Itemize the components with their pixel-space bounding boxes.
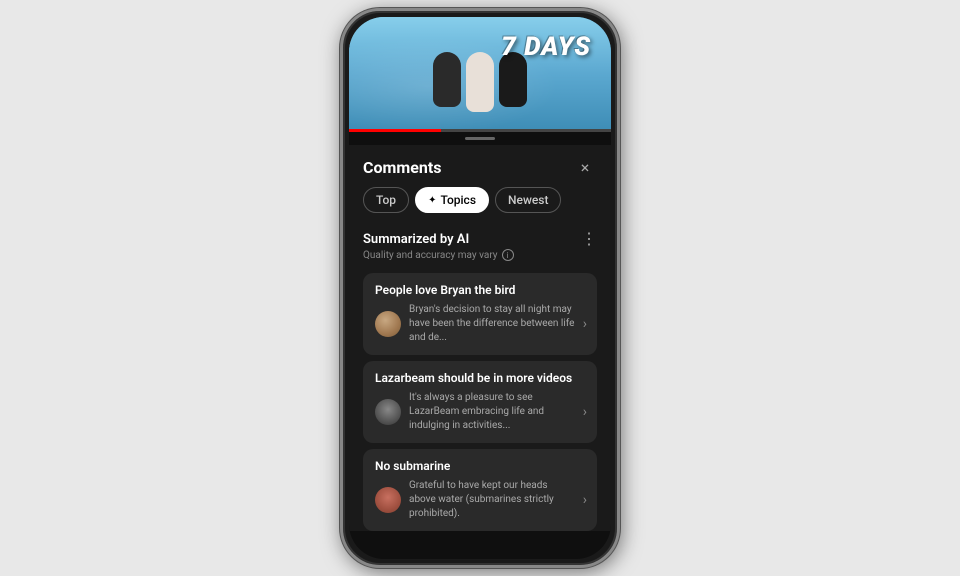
- chevron-icon-3: ›: [583, 492, 587, 508]
- ai-subtitle: Quality and accuracy may vary i: [363, 249, 597, 261]
- tab-bar: Top ✦ Topics Newest: [349, 187, 611, 223]
- progress-bar: [349, 129, 611, 132]
- tab-topics-label: Topics: [440, 193, 476, 207]
- comments-panel: Comments × Top ✦ Topics Newest Summarize…: [349, 145, 611, 531]
- more-options-button[interactable]: ⋮: [581, 231, 597, 247]
- ai-section: Summarized by AI ⋮ Quality and accuracy …: [349, 223, 611, 265]
- avatar-1: [375, 311, 401, 337]
- topics-star-icon: ✦: [428, 195, 436, 206]
- progress-fill: [349, 129, 441, 132]
- drag-handle[interactable]: [465, 137, 495, 140]
- topic-title-1: People love Bryan the bird: [375, 283, 587, 297]
- chevron-icon-2: ›: [583, 404, 587, 420]
- tab-topics[interactable]: ✦ Topics: [415, 187, 489, 213]
- topic-title-3: No submarine: [375, 459, 587, 473]
- topic-preview-2: It's always a pleasure to see LazarBeam …: [409, 391, 575, 433]
- avatar-2: [375, 399, 401, 425]
- chevron-icon-1: ›: [583, 316, 587, 332]
- topic-card-2[interactable]: Lazarbeam should be in more videos It's …: [363, 361, 597, 443]
- avatar-3: [375, 487, 401, 513]
- topic-preview-1: Bryan's decision to stay all night may h…: [409, 303, 575, 345]
- topic-preview-3: Grateful to have kept our heads above wa…: [409, 479, 575, 521]
- comments-title: Comments: [363, 158, 441, 177]
- topic-card-1[interactable]: People love Bryan the bird Bryan's decis…: [363, 273, 597, 355]
- tab-top[interactable]: Top: [363, 187, 409, 213]
- ai-subtitle-text: Quality and accuracy may vary: [363, 250, 498, 261]
- phone-frame: 7 DAYS Comments × Top ✦: [340, 8, 620, 568]
- topic-title-2: Lazarbeam should be in more videos: [375, 371, 587, 385]
- tab-newest[interactable]: Newest: [495, 187, 561, 213]
- ai-title: Summarized by AI: [363, 232, 469, 247]
- figure-center: [466, 52, 494, 112]
- topic-card-3[interactable]: No submarine Grateful to have kept our h…: [363, 449, 597, 531]
- figure-left: [433, 52, 461, 107]
- close-button[interactable]: ×: [573, 155, 597, 179]
- topics-list: People love Bryan the bird Bryan's decis…: [349, 265, 611, 531]
- video-title-overlay: 7 DAYS: [501, 32, 591, 62]
- comments-header: Comments ×: [349, 145, 611, 187]
- info-icon[interactable]: i: [502, 249, 514, 261]
- video-thumbnail: 7 DAYS: [349, 17, 611, 132]
